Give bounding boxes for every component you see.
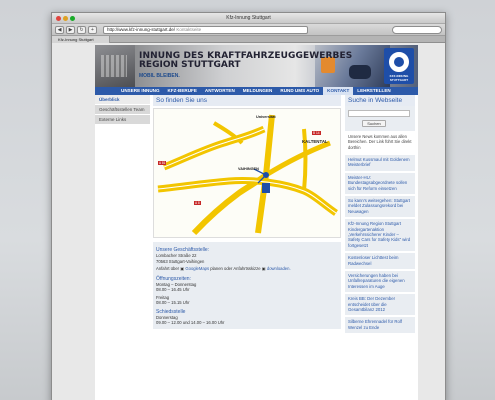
news-item[interactable]: Kostenloser Lichttest beim Radwechsel	[345, 251, 415, 269]
hours-time-1: 08.00 – 16.45 Uhr	[156, 287, 190, 292]
add-bookmark-icon[interactable]: +	[88, 25, 97, 34]
page-viewport: INNUNG DES KRAFTFAHRZEUGGEWERBES REGION …	[52, 45, 445, 400]
hours-time-2: 08.00 – 15.15 Uhr	[156, 300, 190, 305]
nav-item-lehrstellen[interactable]: LEHRSTELLEN	[353, 87, 394, 95]
nav-item-unsere-innung[interactable]: UNSERE INNUNG	[117, 87, 164, 95]
map-road-tag: B 14	[312, 131, 321, 135]
url-text: http://www.kfz-innung-stuttgart.de/	[107, 26, 176, 32]
nav-item-meldungen[interactable]: MELDUNGEN	[239, 87, 277, 95]
map-graphic	[154, 109, 340, 237]
map-road-tag: A 81	[158, 161, 167, 165]
map-pin-icon: ▣	[180, 266, 185, 271]
forward-icon[interactable]: ▶	[66, 25, 75, 34]
address-box: Unsere Geschäftsstelle: Lombacher Straße…	[153, 242, 341, 329]
address-city: 70563 Stuttgart-Vaihingen	[156, 258, 205, 264]
news-item[interactable]: Helmut Kussmaul mit Goldenem Meisterbrie…	[345, 152, 415, 171]
innung-logo[interactable]: KFZ-INNUNG STUTTGART	[384, 48, 414, 84]
sidebar-item-team[interactable]: Geschäftsstellen Team	[95, 105, 150, 115]
url-page-title: Kontaktseite	[176, 26, 202, 32]
right-column: Suche in Webseite Suchen Unsere News kom…	[345, 95, 415, 334]
logo-emblem-icon	[387, 50, 411, 74]
map-road-tag: A 8	[194, 201, 201, 205]
title-bar: Kfz-Innung Stuttgart	[52, 13, 445, 24]
pdf-icon: ▣	[261, 266, 266, 271]
download-link[interactable]: downloaden.	[267, 266, 291, 271]
map-label-universitaet: Universität	[256, 115, 276, 119]
site-header: INNUNG DES KRAFTFAHRZEUGGEWERBES REGION …	[95, 45, 418, 87]
news-item[interactable]: Kreis BB: Der Dezember entscheidet über …	[345, 292, 415, 316]
page-title: So finden Sie uns	[153, 95, 341, 106]
sidebar-item-ueberblick[interactable]: Überblick	[95, 95, 150, 105]
reload-icon[interactable]: ↻	[77, 25, 86, 34]
main-navigation: UNSERE INNUNG KFZ-BERUFE ANTWORTEN MELDU…	[95, 87, 418, 95]
close-window-button[interactable]	[56, 16, 61, 21]
window-controls	[56, 16, 75, 21]
back-icon[interactable]: ◀	[55, 25, 64, 34]
browser-toolbar: ◀ ▶ ↻ + http://www.kfz-innung-stuttgart.…	[52, 24, 445, 36]
news-item[interactable]: So kann's weitergehen: Stuttgart meldet …	[345, 193, 415, 218]
tab-strip: Kfz-Innung Stuttgart	[52, 36, 445, 43]
news-item[interactable]: Silberne Ehrennadel für Rolf Wenzel zu E…	[345, 315, 415, 334]
browser-window: Kfz-Innung Stuttgart ◀ ▶ ↻ + http://www.…	[51, 12, 446, 400]
site-search: Suchen	[345, 106, 415, 131]
nav-item-kontakt[interactable]: KONTAKT	[323, 87, 354, 95]
minimize-window-button[interactable]	[63, 16, 68, 21]
directions-mid: planen oder Anfahrtsskizze	[210, 266, 261, 271]
sidebar: Überblick Geschäftsstellen Team Externe …	[95, 95, 150, 125]
search-title: Suche in Webseite	[345, 95, 415, 106]
sidebar-item-externe-links[interactable]: Externe Links	[95, 115, 150, 125]
news-note: Unsere News kommen aus allen Bereichen. …	[348, 134, 412, 150]
map-label-kaltental: KALTENTAL	[302, 139, 328, 144]
news-item[interactable]: Meister-HU: Bundestagsabgeordnete sollen…	[345, 170, 415, 194]
nav-item-rund-ums-auto[interactable]: RUND UMS AUTO	[276, 87, 323, 95]
directions-text: Anfahrt über ▣ GoogleMaps planen oder An…	[156, 266, 338, 272]
nav-item-antworten[interactable]: ANTWORTEN	[201, 87, 239, 95]
browser-search-field[interactable]	[392, 25, 442, 34]
search-button[interactable]: Suchen	[362, 120, 386, 127]
directions-map[interactable]: Universität KALTENTAL VAIHINGEN B 14 A 8…	[153, 108, 341, 238]
site-slogan: MOBIL BLEIBEN.	[139, 73, 180, 79]
zoom-window-button[interactable]	[70, 16, 75, 21]
school-time: 09.00 – 12.00 und 14.00 – 16.00 Uhr	[156, 320, 225, 325]
directions-prefix: Anfahrt über	[156, 266, 180, 271]
address-bar[interactable]: http://www.kfz-innung-stuttgart.de/ Kont…	[103, 25, 308, 34]
website: INNUNG DES KRAFTFAHRZEUGGEWERBES REGION …	[95, 45, 418, 400]
logo-text: KFZ-INNUNG STUTTGART	[389, 74, 409, 82]
window-title: Kfz-Innung Stuttgart	[226, 15, 271, 21]
main-content: So finden Sie uns Universität KALTENTAL …	[153, 95, 341, 329]
site-search-input[interactable]	[348, 110, 410, 117]
news-item[interactable]: Versicherungen haben bei Unfallreparatur…	[345, 268, 415, 293]
map-label-vaihingen: VAIHINGEN	[238, 167, 259, 171]
site-title-line2: REGION STUTTGART	[139, 60, 241, 70]
googlemaps-link[interactable]: GoogleMaps	[185, 266, 209, 271]
news-item[interactable]: Kfz-Innung Region Stuttgart Kindergarten…	[345, 217, 415, 252]
browser-tab[interactable]: Kfz-Innung Stuttgart	[52, 36, 110, 43]
nav-item-kfz-berufe[interactable]: KFZ-BERUFE	[164, 87, 201, 95]
header-building-photo	[95, 45, 135, 87]
